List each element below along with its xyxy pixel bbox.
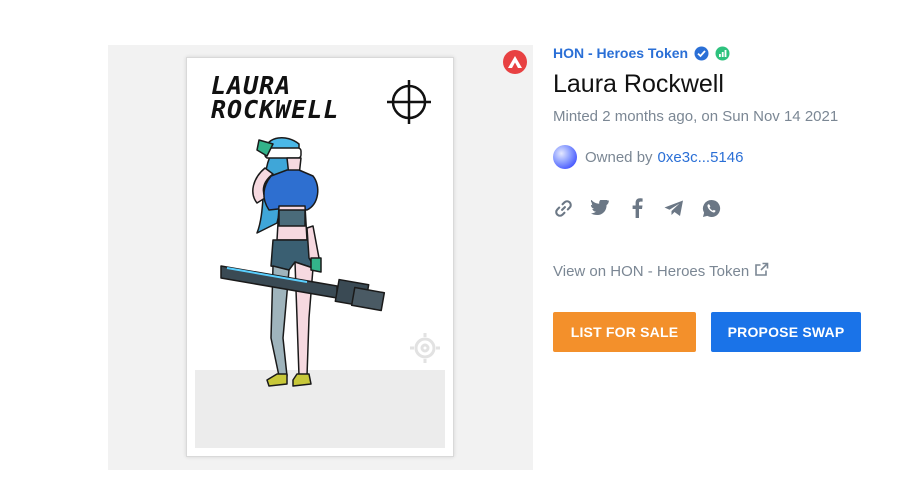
external-link-icon (754, 262, 769, 281)
propose-swap-button[interactable]: PROPOSE SWAP (711, 312, 861, 352)
card-artwork (220, 80, 440, 387)
avalanche-icon (508, 56, 522, 68)
character-illustration (220, 137, 386, 387)
telegram-icon[interactable] (664, 198, 684, 218)
gear-watermark-icon (410, 333, 440, 363)
collection-link[interactable]: HON - Heroes Token (553, 45, 688, 61)
owner-row: Owned by 0xe3c...5146 (553, 145, 743, 169)
share-row (553, 198, 721, 218)
twitter-icon[interactable] (590, 198, 610, 218)
link-icon[interactable] (553, 198, 573, 218)
nft-title: Laura Rockwell (553, 70, 724, 98)
avalanche-chain-badge (503, 50, 527, 74)
owned-by-label: Owned by (585, 148, 653, 166)
facebook-icon[interactable] (627, 198, 647, 218)
owner-address-link[interactable]: 0xe3c...5146 (658, 149, 744, 166)
verified-badge-icon (694, 46, 709, 61)
crosshair-icon (387, 80, 431, 124)
stats-icon[interactable] (715, 46, 730, 61)
list-for-sale-button[interactable]: LIST FOR SALE (553, 312, 696, 352)
whatsapp-icon[interactable] (701, 198, 721, 218)
nft-card-image[interactable]: LAURA ROCKWELL (186, 57, 454, 457)
collection-row: HON - Heroes Token (553, 45, 730, 61)
owner-avatar[interactable] (553, 145, 577, 169)
minted-info: Minted 2 months ago, on Sun Nov 14 2021 (553, 108, 839, 125)
view-on-collection-link[interactable]: View on HON - Heroes Token (553, 262, 769, 281)
view-link-label: View on HON - Heroes Token (553, 263, 750, 280)
